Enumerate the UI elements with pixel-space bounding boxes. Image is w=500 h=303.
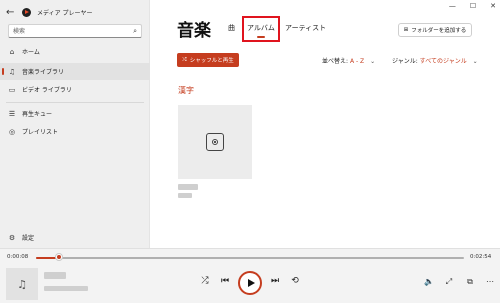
back-arrow-icon[interactable]: ← <box>6 7 16 18</box>
tab-artists[interactable]: アーティスト <box>285 23 326 33</box>
next-icon[interactable]: ⏭ <box>268 276 282 286</box>
sidebar-item-label: 設定 <box>22 235 35 242</box>
video-icon: ▭ <box>8 85 16 94</box>
sort-dropdown[interactable]: 並べ替え: A - Z ⌄ <box>322 56 375 65</box>
sort-label: 並べ替え: <box>322 58 349 65</box>
genre-label: ジャンル: <box>392 58 418 65</box>
window-controls: — ☐ ✕ <box>449 2 496 10</box>
sidebar: ← メディア プレーヤー ⌕ ⌂ ホーム ♫ 音楽ライブラリ ▭ ビデオ ライブ… <box>0 0 150 248</box>
album-tile[interactable] <box>178 105 252 179</box>
highlight-box <box>242 16 280 42</box>
home-icon: ⌂ <box>9 47 15 56</box>
seek-thumb[interactable] <box>55 253 63 261</box>
elapsed-time: 0:00:08 <box>7 254 29 260</box>
shuffle-label: シャッフルと再生 <box>189 58 234 64</box>
album-artist-redacted <box>178 193 192 198</box>
app-title: メディア プレーヤー <box>37 9 93 17</box>
search-box[interactable]: ⌕ <box>8 24 142 38</box>
sidebar-item-label: プレイリスト <box>22 129 59 136</box>
music-note-icon: ♫ <box>8 67 16 76</box>
title-bar: ← メディア プレーヤー <box>6 4 93 20</box>
page-title: 音楽 <box>177 21 211 41</box>
sidebar-item-play-queue[interactable]: ☰ 再生キュー <box>0 105 150 122</box>
app-logo-icon <box>22 7 31 17</box>
sidebar-item-settings[interactable]: ⚙ 設定 <box>0 229 150 246</box>
sidebar-item-label: ホーム <box>22 49 40 56</box>
shuffle-icon: ⤮ <box>182 56 187 63</box>
now-playing-artist-redacted <box>44 286 88 291</box>
sidebar-divider <box>6 102 144 103</box>
total-time: 0:02:54 <box>470 254 492 260</box>
search-icon[interactable]: ⌕ <box>133 27 137 36</box>
search-input[interactable] <box>13 25 134 37</box>
tab-songs[interactable]: 曲 <box>228 23 235 33</box>
close-icon[interactable]: ✕ <box>490 2 496 10</box>
sidebar-item-label: ビデオ ライブラリ <box>22 87 72 94</box>
full-screen-icon[interactable]: ⤢ <box>443 277 455 287</box>
add-folder-icon: ⊞ <box>403 27 409 33</box>
sidebar-item-playlists[interactable]: ◎ プレイリスト <box>0 123 150 140</box>
minimize-icon[interactable]: — <box>449 2 456 10</box>
music-note-icon: ♫ <box>17 277 27 291</box>
volume-icon[interactable]: 🔈 <box>423 277 435 286</box>
queue-icon: ☰ <box>8 109 16 118</box>
album-title-redacted <box>178 184 198 190</box>
sort-value: A - Z <box>349 58 365 65</box>
sidebar-item-video-library[interactable]: ▭ ビデオ ライブラリ <box>0 81 150 98</box>
genre-dropdown[interactable]: ジャンル: すべてのジャンル ⌄ <box>392 56 478 65</box>
maximize-icon[interactable]: ☐ <box>470 2 476 10</box>
more-options-icon[interactable]: ⋯ <box>484 277 496 286</box>
playlist-icon: ◎ <box>8 127 16 136</box>
gear-icon: ⚙ <box>8 233 16 242</box>
play-button[interactable] <box>238 271 262 295</box>
sidebar-item-label: 音楽ライブラリ <box>22 69 65 76</box>
chevron-down-icon: ⌄ <box>370 58 376 65</box>
repeat-icon[interactable]: ⟲ <box>288 276 302 286</box>
chevron-down-icon: ⌄ <box>472 58 478 65</box>
previous-icon[interactable]: ⏮ <box>218 276 232 286</box>
sidebar-item-music-library[interactable]: ♫ 音楽ライブラリ <box>0 63 150 80</box>
album-placeholder-icon <box>206 133 224 151</box>
genre-value: すべてのジャンル <box>419 58 467 65</box>
seek-bar[interactable] <box>36 257 464 259</box>
shuffle-and-play-button[interactable]: ⤮ シャッフルと再生 <box>177 53 239 67</box>
now-playing-title-redacted <box>44 272 66 279</box>
add-folder-label: フォルダーを追加する <box>411 28 467 34</box>
group-header: 漢字 <box>178 86 194 95</box>
sidebar-item-label: 再生キュー <box>22 111 53 118</box>
sidebar-item-home[interactable]: ⌂ ホーム <box>0 43 150 60</box>
now-playing-art[interactable]: ♫ <box>6 268 38 300</box>
add-folder-button[interactable]: ⊞ フォルダーを追加する <box>398 23 472 37</box>
mini-player-icon[interactable]: ⧉ <box>464 277 476 287</box>
shuffle-icon[interactable]: ⤮ <box>198 276 212 286</box>
